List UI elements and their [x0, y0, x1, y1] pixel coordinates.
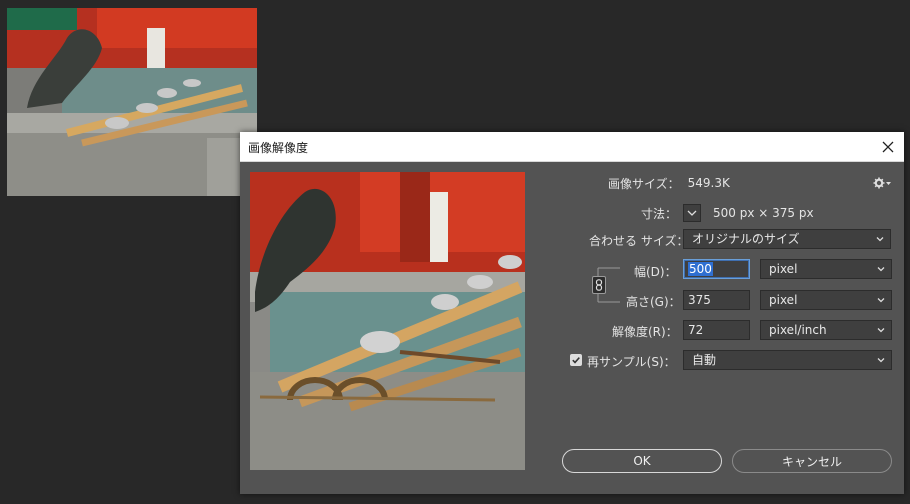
chevron-down-icon: [876, 322, 886, 338]
width-unit-select[interactable]: pixel: [760, 259, 892, 279]
image-size-row: 画像サイズ： 549.3K: [608, 173, 730, 193]
image-size-value: 549.3K: [687, 176, 730, 190]
image-preview[interactable]: [250, 172, 525, 470]
ok-button-label: OK: [633, 454, 651, 468]
settings-button[interactable]: [873, 176, 891, 193]
close-icon: [882, 141, 894, 152]
dimensions-dropdown[interactable]: [683, 204, 702, 222]
resolution-input[interactable]: 72: [683, 320, 750, 340]
cancel-button[interactable]: キャンセル: [732, 449, 892, 473]
resolution-value: 72: [688, 323, 704, 337]
dialog-title: 画像解像度: [248, 141, 309, 155]
height-unit-select[interactable]: pixel: [760, 290, 892, 310]
resample-method-value: 自動: [692, 353, 717, 367]
close-button[interactable]: [872, 132, 904, 161]
width-label: 幅(D)：: [634, 265, 677, 279]
width-value: 500: [688, 262, 713, 276]
ok-button[interactable]: OK: [562, 449, 722, 473]
width-unit-value: pixel: [769, 262, 798, 276]
gear-icon: [873, 177, 891, 189]
dimensions-value: 500 px × 375 px: [713, 206, 814, 220]
height-label: 高さ(G)：: [626, 295, 681, 309]
chevron-down-icon: [876, 292, 886, 308]
resample-method-select[interactable]: 自動: [683, 350, 892, 370]
fit-to-select[interactable]: オリジナルのサイズ: [683, 229, 891, 249]
width-input[interactable]: 500: [683, 259, 750, 279]
image-size-label: 画像サイズ：: [608, 176, 680, 191]
dimensions-row: 寸法： 500 px × 375 px: [641, 203, 814, 223]
document-image: [7, 8, 257, 196]
resolution-unit-select[interactable]: pixel/inch: [760, 320, 892, 340]
dimensions-label: 寸法：: [641, 206, 678, 221]
document-photo: [7, 8, 257, 196]
dialog-titlebar: 画像解像度: [240, 132, 904, 162]
chevron-down-icon: [875, 231, 885, 247]
resample-checkbox[interactable]: [570, 354, 582, 366]
constrain-proportions-toggle[interactable]: [592, 276, 606, 294]
resolution-unit-value: pixel/inch: [769, 323, 827, 337]
preview-photo: [250, 172, 525, 470]
chevron-down-icon: [687, 210, 697, 216]
fit-to-label: 合わせる サイズ：: [589, 234, 689, 248]
chevron-down-icon: [876, 352, 886, 368]
fit-to-value: オリジナルのサイズ: [692, 232, 800, 246]
resolution-label: 解像度(R)：: [612, 325, 678, 339]
resample-label: 再サンプル(S)：: [587, 355, 676, 369]
chevron-down-icon: [876, 261, 886, 277]
link-icon: [595, 279, 603, 291]
cancel-button-label: キャンセル: [781, 454, 842, 469]
checkmark-icon: [572, 357, 580, 364]
height-unit-value: pixel: [769, 293, 798, 307]
height-input[interactable]: 375: [683, 290, 750, 310]
height-value: 375: [688, 293, 711, 307]
image-size-dialog: 画像解像度 画像サイズ： 549.3K 寸法： 500 px × 375 px …: [240, 132, 904, 494]
